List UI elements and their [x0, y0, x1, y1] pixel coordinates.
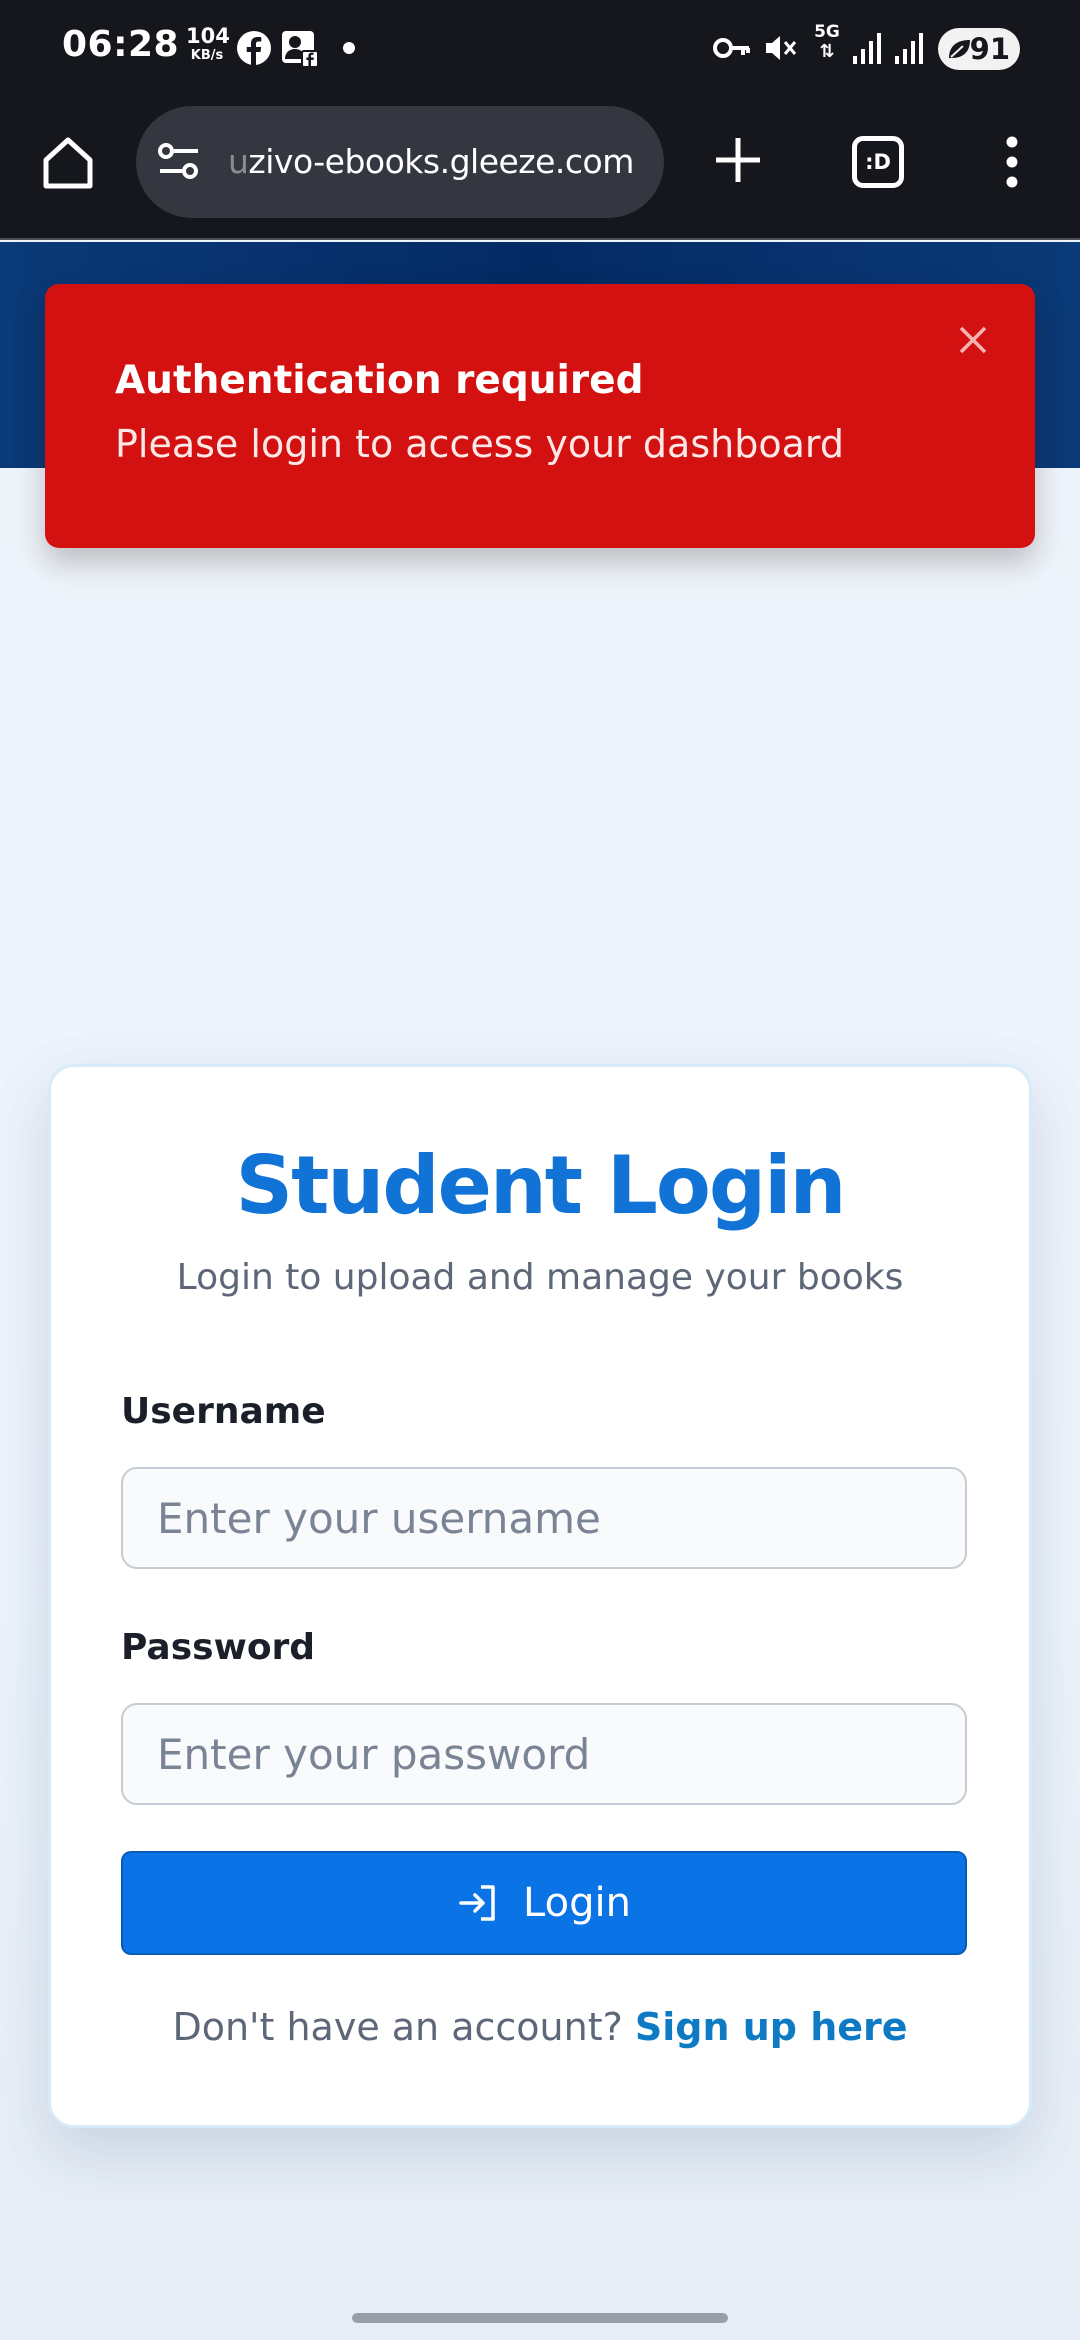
signal-icon — [853, 33, 881, 64]
site-settings-icon[interactable] — [156, 140, 202, 184]
login-arrow-icon — [459, 1885, 495, 1921]
network-speed: 104 KB/s — [186, 24, 230, 63]
gesture-nav-bar[interactable] — [352, 2313, 728, 2323]
username-label: Username — [121, 1391, 326, 1432]
username-input[interactable] — [121, 1467, 967, 1569]
login-card: Student Login Login to upload and manage… — [48, 1064, 1032, 2128]
toast-title: Authentication required — [115, 358, 644, 403]
password-input[interactable] — [121, 1703, 967, 1805]
contact-card-icon — [282, 31, 319, 68]
signup-prompt: Don't have an account? Sign up here — [51, 2005, 1029, 2049]
signal-icon — [895, 33, 923, 64]
status-bar: 06:28 104 KB/s 5G ⇅ 91 — [0, 0, 1080, 96]
facebook-icon — [237, 31, 271, 66]
notification-dot — [343, 42, 355, 54]
browser-toolbar: uzivo-ebooks.gleeze.com :D — [0, 96, 1080, 240]
data-transfer-icon: ⇅ — [819, 41, 835, 62]
battery-indicator: 91 — [938, 28, 1020, 70]
battery-saver-icon — [949, 40, 970, 58]
more-vert-icon[interactable] — [990, 132, 1034, 192]
auth-error-toast: Authentication required Please login to … — [45, 284, 1035, 548]
toast-message: Please login to access your dashboard — [115, 422, 844, 466]
page-subtitle: Login to upload and manage your books — [176, 1257, 904, 1298]
network-speed-value: 104 — [186, 24, 230, 48]
login-button[interactable]: Login — [121, 1851, 967, 1955]
password-label: Password — [121, 1627, 316, 1668]
signup-link[interactable]: Sign up here — [635, 2005, 908, 2049]
battery-level: 91 — [969, 32, 1010, 66]
tab-switcher-label: :D — [865, 150, 891, 174]
network-type-label: 5G — [814, 22, 840, 42]
signup-prompt-text: Don't have an account? — [172, 2005, 635, 2049]
vpn-key-icon — [713, 38, 750, 58]
close-icon[interactable] — [953, 320, 993, 360]
network-type: 5G ⇅ — [810, 24, 844, 66]
page-title: Student Login — [235, 1139, 847, 1232]
tab-switcher-button[interactable]: :D — [852, 136, 904, 188]
url-faded-prefix: u — [228, 142, 249, 181]
network-speed-unit: KB/s — [190, 48, 224, 63]
login-button-label: Login — [523, 1880, 631, 1926]
plus-icon[interactable] — [708, 130, 768, 190]
vibrate-mute-icon — [766, 36, 797, 60]
url-text: uzivo-ebooks.gleeze.com — [228, 142, 634, 181]
home-icon[interactable] — [38, 132, 98, 192]
address-bar[interactable]: uzivo-ebooks.gleeze.com — [136, 106, 664, 218]
status-time: 06:28 — [62, 24, 180, 65]
url-domain: zivo-ebooks.gleeze.com — [248, 142, 634, 181]
